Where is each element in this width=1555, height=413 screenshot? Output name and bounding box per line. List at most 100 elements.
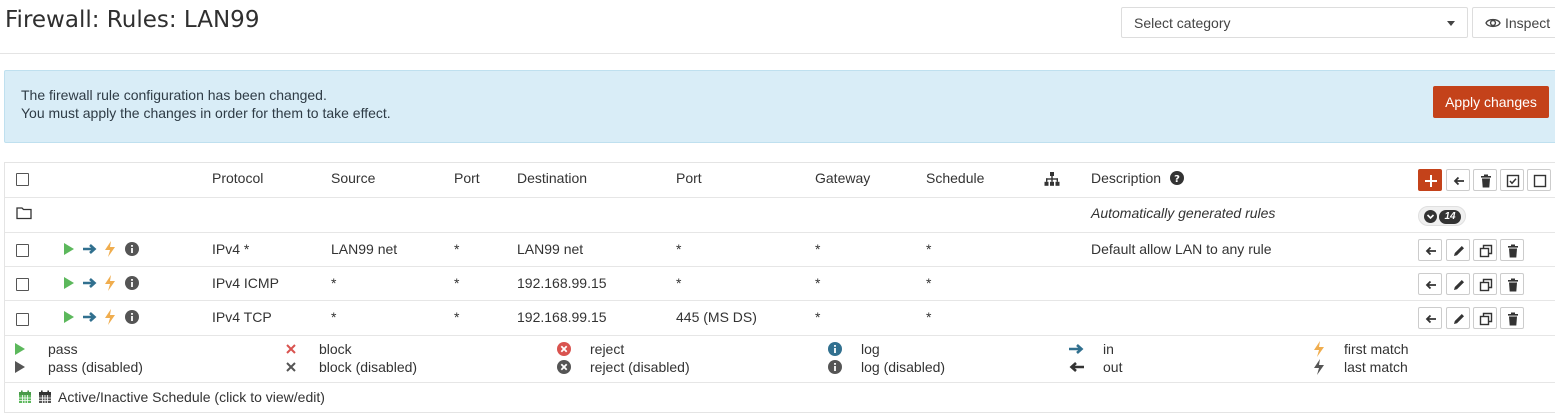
auto-rules-label: Automatically generated rules xyxy=(1091,205,1276,221)
rule-destination-port: 445 (MS DS) xyxy=(676,309,757,325)
last-match-icon xyxy=(1314,359,1324,375)
move-before-button[interactable] xyxy=(1418,239,1442,261)
table-row: IPv4 TCP * * 192.168.99.15 445 (MS DS) *… xyxy=(5,301,1555,336)
legend-last-match: last match xyxy=(1344,359,1408,375)
rule-checkbox[interactable] xyxy=(16,244,29,257)
pass-icon[interactable] xyxy=(63,276,75,290)
rule-schedule: * xyxy=(926,241,932,257)
calendar-active-icon xyxy=(19,390,31,403)
svg-text:?: ? xyxy=(1174,174,1180,185)
move-before-button[interactable] xyxy=(1418,307,1442,329)
legend-schedule: Active/Inactive Schedule (click to view/… xyxy=(58,389,325,405)
rule-schedule: * xyxy=(926,309,932,325)
first-match-icon xyxy=(105,241,115,257)
reject-icon xyxy=(557,342,571,356)
chevron-down-circle-icon xyxy=(1424,210,1437,223)
arrow-left-icon xyxy=(1453,176,1464,186)
log-info-icon[interactable] xyxy=(125,310,139,324)
rule-gateway: * xyxy=(815,275,821,291)
pencil-icon xyxy=(1454,314,1464,324)
auto-rules-group-row[interactable]: Automatically generated rules 14 xyxy=(5,198,1555,233)
log-info-icon[interactable] xyxy=(125,242,139,256)
direction-in-icon xyxy=(1069,344,1084,354)
plus-icon xyxy=(1425,175,1437,187)
rule-gateway: * xyxy=(815,241,821,257)
col-protocol: Protocol xyxy=(212,170,264,186)
col-source-port: Port xyxy=(454,170,480,186)
delete-rule-button[interactable] xyxy=(1500,273,1524,295)
move-rules-button[interactable] xyxy=(1446,169,1470,191)
rule-destination-port: * xyxy=(676,241,682,257)
rule-gateway: * xyxy=(815,309,821,325)
pass-icon[interactable] xyxy=(63,310,75,324)
check-square-icon xyxy=(1506,174,1520,188)
col-source: Source xyxy=(331,170,376,186)
table-row: IPv4 * LAN99 net * LAN99 net * * * Defau… xyxy=(5,233,1555,267)
legend-first-match: first match xyxy=(1344,341,1409,357)
clone-rule-button[interactable] xyxy=(1473,239,1497,261)
col-destination-port: Port xyxy=(676,170,702,186)
delete-rule-button[interactable] xyxy=(1500,239,1524,261)
square-icon xyxy=(1533,174,1547,188)
legend-pass-disabled: pass (disabled) xyxy=(48,359,143,375)
auto-rules-toggle[interactable]: 14 xyxy=(1418,206,1466,226)
trash-icon xyxy=(1481,174,1491,188)
folder-icon xyxy=(16,207,32,220)
edit-rule-button[interactable] xyxy=(1446,307,1470,329)
rule-checkbox[interactable] xyxy=(16,313,29,326)
move-before-button[interactable] xyxy=(1418,273,1442,295)
col-schedule: Schedule xyxy=(926,170,985,186)
arrow-left-icon xyxy=(1425,246,1436,256)
inspect-button[interactable]: Inspect xyxy=(1472,7,1555,38)
edit-rule-button[interactable] xyxy=(1446,239,1470,261)
legend-reject-disabled: reject (disabled) xyxy=(590,359,690,375)
select-all-checkbox[interactable] xyxy=(16,173,29,186)
trash-icon xyxy=(1508,278,1518,292)
rule-source-port: * xyxy=(454,241,460,257)
eye-icon xyxy=(1485,18,1501,28)
legend-log-disabled: log (disabled) xyxy=(861,359,946,375)
apply-changes-button[interactable]: Apply changes xyxy=(1433,86,1549,118)
rule-destination: 192.168.99.15 xyxy=(517,309,607,325)
trash-icon xyxy=(1508,244,1518,258)
delete-rule-button[interactable] xyxy=(1500,307,1524,329)
col-destination: Destination xyxy=(517,170,588,186)
rule-protocol: IPv4 ICMP xyxy=(212,275,279,291)
page-title: Firewall: Rules: LAN99 xyxy=(5,7,260,33)
rule-destination-port: * xyxy=(676,275,682,291)
rule-source-port: * xyxy=(454,309,460,325)
clone-rule-button[interactable] xyxy=(1473,307,1497,329)
rule-checkbox[interactable] xyxy=(16,278,29,291)
table-row: IPv4 ICMP * * 192.168.99.15 * * * xyxy=(5,267,1555,301)
legend-in: in xyxy=(1103,341,1114,357)
rule-destination: LAN99 net xyxy=(517,241,584,257)
disable-selected-button[interactable] xyxy=(1527,169,1551,191)
calendar-inactive-icon xyxy=(39,390,51,403)
rule-protocol: IPv4 * xyxy=(212,241,250,257)
direction-in-icon xyxy=(83,244,97,254)
legend-block-disabled: block (disabled) xyxy=(319,359,418,375)
help-icon[interactable]: ? xyxy=(1170,171,1184,185)
rule-schedule: * xyxy=(926,275,932,291)
rule-source-port: * xyxy=(454,275,460,291)
category-select[interactable]: Select category xyxy=(1121,7,1468,38)
config-changed-alert: The firewall rule configuration has been… xyxy=(4,70,1555,143)
direction-out-icon xyxy=(1069,362,1084,372)
delete-selected-button[interactable] xyxy=(1473,169,1497,191)
rule-legend: pass pass (disabled) block block (disabl… xyxy=(4,335,1555,383)
pass-icon[interactable] xyxy=(63,242,75,256)
legend-pass: pass xyxy=(48,341,78,357)
pass-disabled-icon xyxy=(15,361,25,373)
edit-rule-button[interactable] xyxy=(1446,273,1470,295)
rule-source: * xyxy=(331,275,337,291)
legend-block: block xyxy=(319,341,352,357)
arrow-left-icon xyxy=(1425,314,1436,324)
legend-reject: reject xyxy=(590,341,625,357)
first-match-icon xyxy=(105,309,115,325)
arrow-left-icon xyxy=(1425,280,1436,290)
clone-rule-button[interactable] xyxy=(1473,273,1497,295)
pencil-icon xyxy=(1454,246,1464,256)
log-info-icon[interactable] xyxy=(125,276,139,290)
enable-selected-button[interactable] xyxy=(1500,169,1524,191)
add-rule-button[interactable] xyxy=(1418,169,1442,191)
